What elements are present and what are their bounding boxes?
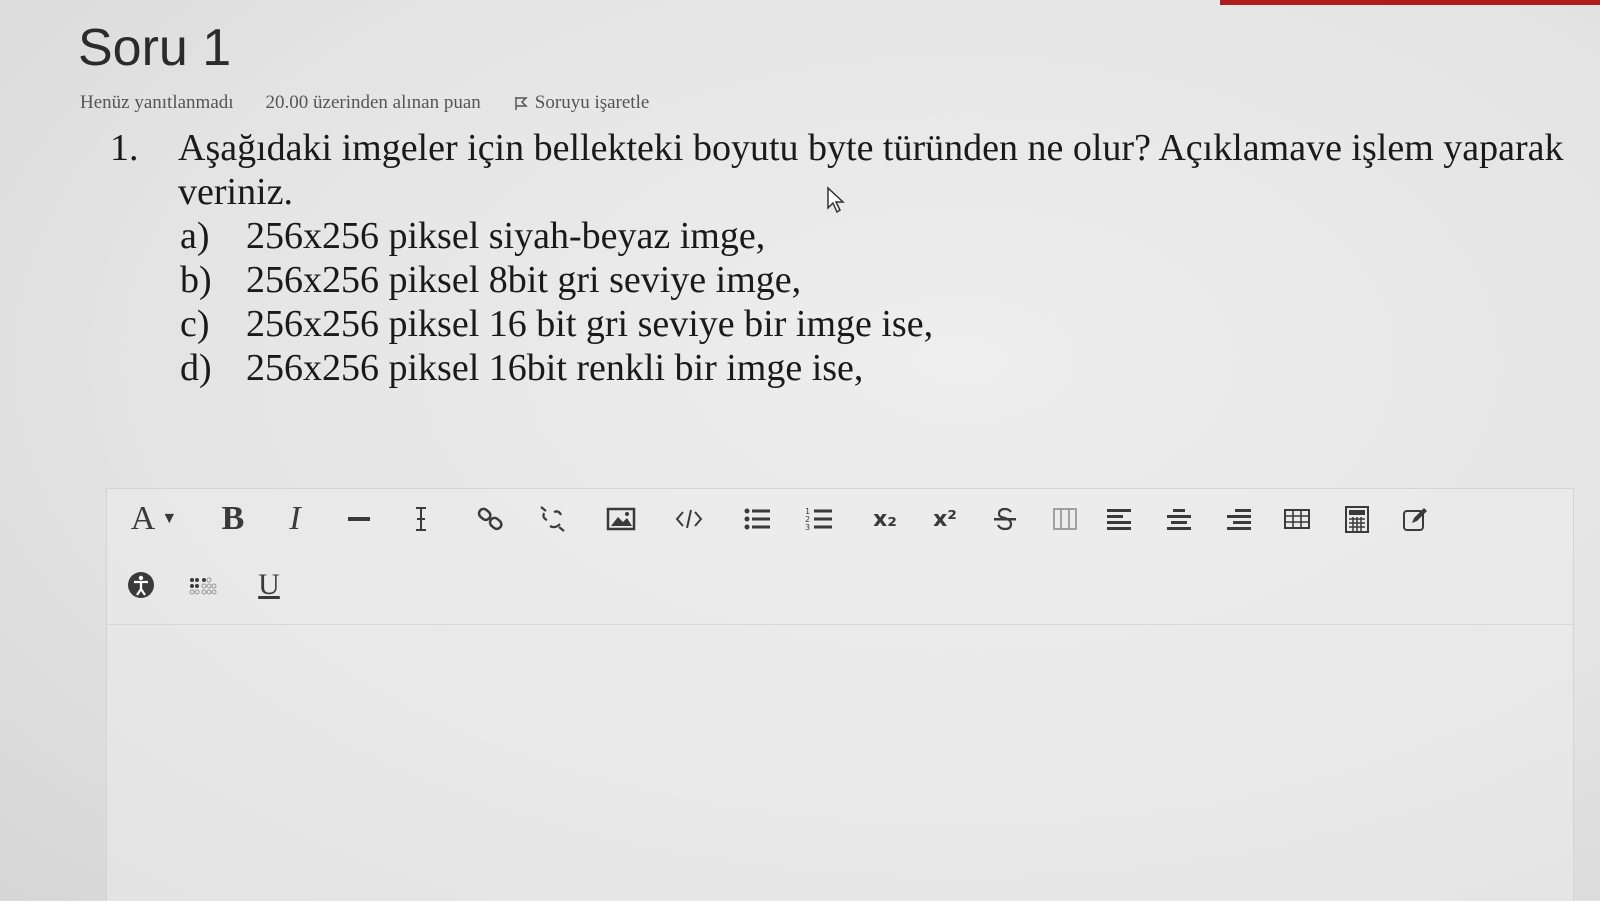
table-icon bbox=[1284, 509, 1310, 529]
pencil-edit-icon bbox=[1403, 508, 1427, 531]
align-right-button[interactable] bbox=[1217, 497, 1261, 541]
accessibility-icon bbox=[128, 572, 154, 598]
question-title: Soru 1 bbox=[78, 19, 232, 77]
subscript-button[interactable]: x₂ bbox=[863, 497, 907, 541]
list-item: a) 256x256 piksel siyah-beyaz imge, bbox=[180, 214, 1580, 258]
item-letter: c) bbox=[180, 303, 210, 345]
strikethrough-icon bbox=[994, 507, 1016, 531]
answer-editor: A ▼ B I 123 x₂ x² U bbox=[106, 488, 1574, 901]
top-accent-bar bbox=[1220, 0, 1600, 5]
link-icon bbox=[477, 507, 503, 531]
question-info: Henüz yanıtlanmadı 20.00 üzerinden alına… bbox=[80, 92, 649, 114]
bullet-list-icon bbox=[744, 508, 770, 530]
image-icon bbox=[606, 507, 636, 531]
numbered-list-icon: 123 bbox=[805, 507, 832, 532]
question-number: 1. bbox=[110, 127, 139, 169]
unlink-button[interactable] bbox=[531, 497, 575, 541]
flag-label: Soruyu işaretle bbox=[534, 92, 650, 113]
superscript-button[interactable]: x² bbox=[923, 497, 967, 541]
horizontal-rule-icon bbox=[348, 517, 370, 521]
code-icon bbox=[675, 509, 703, 529]
equation-editor-button[interactable] bbox=[1335, 497, 1379, 541]
question-text: Aşağıdaki imgeler için bellekteki boyutu… bbox=[178, 127, 1564, 213]
strikethrough-button[interactable] bbox=[983, 497, 1027, 541]
horizontal-rule-button[interactable] bbox=[337, 497, 381, 541]
svg-text:3: 3 bbox=[805, 523, 810, 532]
list-item: d) 256x256 piksel 16bit renkli bir imge … bbox=[180, 346, 1580, 390]
unordered-list-button[interactable] bbox=[735, 497, 779, 541]
question-items: a) 256x256 piksel siyah-beyaz imge, b) 2… bbox=[180, 214, 1580, 390]
item-text: 256x256 piksel 8bit gri seviye imge, bbox=[246, 259, 802, 301]
link-button[interactable] bbox=[469, 497, 513, 541]
edit-button[interactable] bbox=[1393, 497, 1437, 541]
insert-table-button[interactable] bbox=[1275, 497, 1319, 541]
align-left-icon bbox=[1107, 509, 1131, 530]
braille-icon bbox=[189, 577, 217, 595]
align-right-icon bbox=[1227, 509, 1251, 530]
align-left-button[interactable] bbox=[1097, 497, 1141, 541]
bold-button[interactable]: B bbox=[211, 497, 255, 541]
question-status: Henüz yanıtlanmadı bbox=[80, 92, 234, 113]
clear-formatting-button[interactable] bbox=[399, 497, 443, 541]
item-letter: d) bbox=[180, 347, 212, 389]
accessibility-checker-button[interactable] bbox=[119, 563, 163, 607]
html-source-button[interactable] bbox=[667, 497, 711, 541]
chevron-down-icon: ▼ bbox=[161, 510, 178, 527]
answer-text-area[interactable] bbox=[107, 625, 1573, 901]
question-points: 20.00 üzerinden alınan puan bbox=[265, 92, 481, 113]
item-letter: b) bbox=[180, 259, 212, 301]
mouse-pointer-icon bbox=[827, 186, 845, 214]
item-text: 256x256 piksel siyah-beyaz imge, bbox=[246, 215, 766, 257]
font-label: A bbox=[130, 500, 156, 537]
table-columns-button[interactable] bbox=[1043, 497, 1087, 541]
italic-button[interactable]: I bbox=[273, 497, 317, 541]
columns-icon bbox=[1053, 508, 1077, 530]
underline-button[interactable]: U bbox=[247, 563, 291, 607]
item-letter: a) bbox=[180, 215, 210, 257]
text-cursor-icon bbox=[416, 507, 426, 531]
item-text: 256x256 piksel 16 bit gri seviye bir img… bbox=[246, 303, 934, 345]
insert-image-button[interactable] bbox=[599, 497, 643, 541]
flag-question-link[interactable]: Soruyu işaretle bbox=[513, 92, 650, 114]
editor-toolbar: A ▼ B I 123 x₂ x² U bbox=[107, 489, 1573, 625]
list-item: b) 256x256 piksel 8bit gri seviye imge, bbox=[180, 258, 1580, 302]
align-center-icon bbox=[1167, 509, 1191, 530]
calculator-icon bbox=[1345, 506, 1369, 533]
align-center-button[interactable] bbox=[1157, 497, 1201, 541]
flag-icon bbox=[515, 97, 528, 110]
ordered-list-button[interactable]: 123 bbox=[797, 497, 841, 541]
screenreader-helper-button[interactable] bbox=[181, 563, 225, 607]
item-text: 256x256 piksel 16bit renkli bir imge ise… bbox=[246, 347, 864, 389]
question-body: 1. Aşağıdaki imgeler için bellekteki boy… bbox=[110, 126, 1580, 390]
font-style-button[interactable]: A ▼ bbox=[119, 497, 189, 541]
unlink-icon bbox=[540, 506, 565, 532]
list-item: c) 256x256 piksel 16 bit gri seviye bir … bbox=[180, 302, 1580, 346]
